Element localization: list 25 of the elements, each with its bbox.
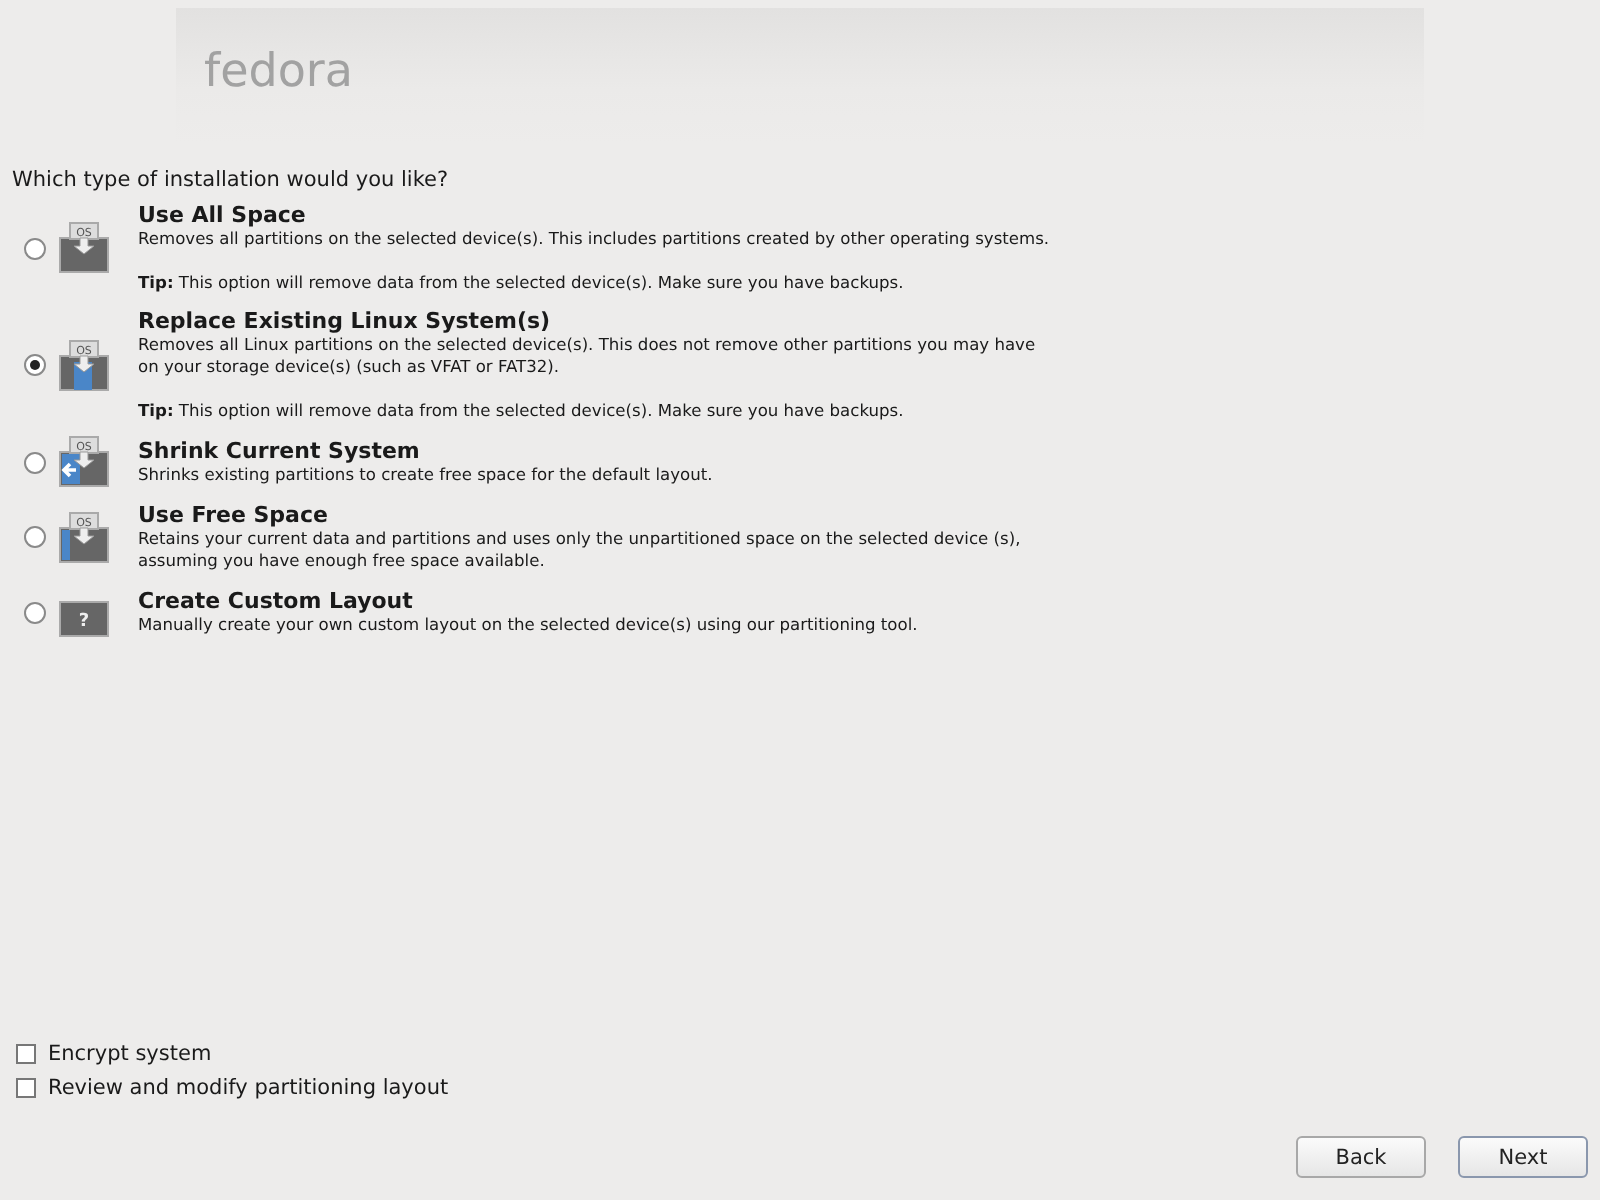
- checkbox-label: Encrypt system: [48, 1042, 212, 1066]
- tip-text: Tip: This option will remove data from the selected device(s). Make sure you have backups.: [138, 272, 906, 294]
- checkbox-label: Review and modify partitioning layout: [48, 1076, 449, 1100]
- option-title: Use Free Space: [138, 502, 330, 528]
- option-title: Replace Existing Linux System(s): [138, 308, 553, 334]
- question-text: Which type of installation would you like?: [12, 168, 451, 192]
- radio-button[interactable]: [24, 451, 46, 473]
- option-description: Retains your current data and partitions and uses only the unpartitioned space on the selected device (s), assuming you have enough free space available.: [138, 528, 1023, 572]
- checkbox[interactable]: [16, 1044, 36, 1064]
- option-title: Use All Space: [138, 202, 308, 228]
- nav-button[interactable]: Next: [1458, 1136, 1588, 1178]
- nav-button[interactable]: Back: [1296, 1136, 1426, 1178]
- radio-button[interactable]: [24, 526, 46, 548]
- option-description: Manually create your own custom layout on the selected device(s) using our partitioning tool.: [138, 614, 920, 636]
- logo: fedora: [204, 46, 353, 98]
- option-description: Removes all Linux partitions on the selected device(s). This does not remove other partitions you may have on your storage device(s) (such as VFAT or FAT32).: [138, 334, 1038, 378]
- option-description: Removes all partitions on the selected device(s). This includes partitions created by other operating systems.: [138, 228, 1052, 250]
- radio-button[interactable]: [24, 601, 46, 623]
- radio-button[interactable]: [24, 237, 46, 259]
- radio-button[interactable]: [24, 354, 46, 376]
- option-title: Shrink Current System: [138, 438, 422, 464]
- checkbox[interactable]: [16, 1078, 36, 1098]
- option-title: Create Custom Layout: [138, 588, 415, 614]
- tip-text: Tip: This option will remove data from the selected device(s). Make sure you have backups.: [138, 400, 906, 422]
- option-description: Shrinks existing partitions to create free space for the default layout.: [138, 464, 715, 486]
